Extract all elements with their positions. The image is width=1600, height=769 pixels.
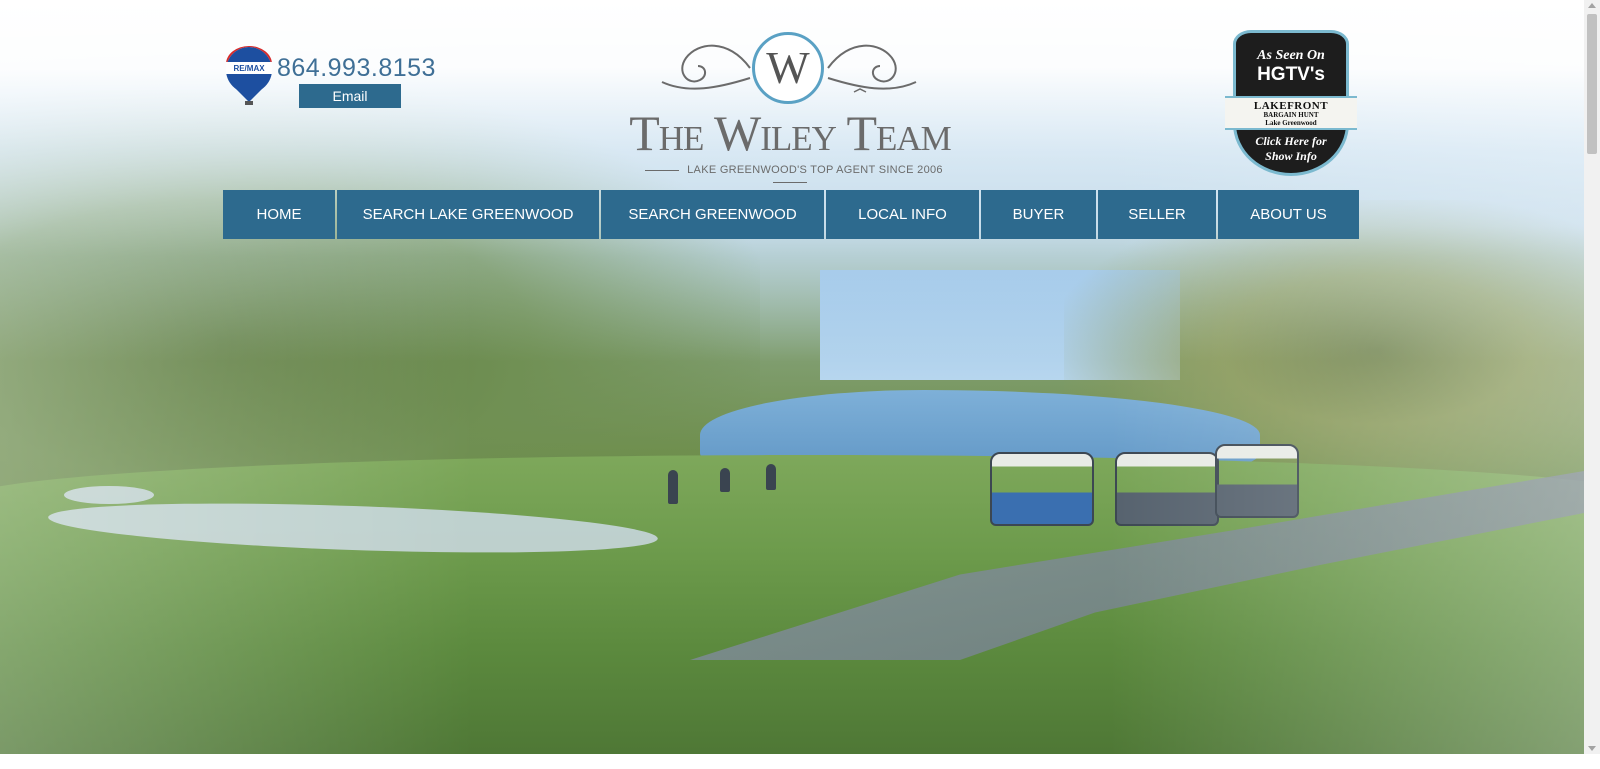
logo-monogram: W xyxy=(752,32,824,104)
scroll-up-arrow-icon[interactable] xyxy=(1588,3,1596,8)
nav-item-about-us[interactable]: ABOUT US xyxy=(1218,190,1359,239)
nav-item-search-lake-greenwood[interactable]: SEARCH LAKE GREENWOOD xyxy=(337,190,599,239)
phone-number[interactable]: 864.993.8153 xyxy=(277,54,436,83)
logo-tagline: LAKE GREENWOOD'S TOP AGENT SINCE 2006 xyxy=(620,164,960,188)
nav-item-home[interactable]: HOME xyxy=(223,190,335,239)
remax-balloon-icon[interactable]: RE/MAX xyxy=(224,46,274,106)
hgtv-line4: Show Info xyxy=(1265,149,1317,163)
hgtv-ribbon-line3: Lake Greenwood xyxy=(1265,119,1317,127)
scroll-thumb[interactable] xyxy=(1587,14,1597,154)
site-logo[interactable]: W The Wiley Team LAKE GREENWOOD'S TOP AG… xyxy=(600,28,980,183)
hgtv-ribbon-line2: BARGAIN HUNT xyxy=(1263,111,1319,119)
main-nav: HOME SEARCH LAKE GREENWOOD SEARCH GREENW… xyxy=(223,190,1359,239)
email-button[interactable]: Email xyxy=(299,84,401,108)
svg-text:RE/MAX: RE/MAX xyxy=(233,64,265,73)
tagline-text: LAKE GREENWOOD'S TOP AGENT SINCE 2006 xyxy=(687,164,943,176)
page-bottom-edge xyxy=(0,754,1600,769)
nav-item-buyer[interactable]: BUYER xyxy=(981,190,1096,239)
logo-title: The Wiley Team xyxy=(629,105,952,161)
hgtv-line2: HGTV's xyxy=(1257,64,1325,85)
nav-item-search-greenwood[interactable]: SEARCH GREENWOOD xyxy=(601,190,824,239)
hgtv-badge[interactable]: As Seen On HGTV's LAKEFRONT BARGAIN HUNT… xyxy=(1225,30,1357,178)
page-scrollbar[interactable] xyxy=(1584,0,1600,754)
nav-item-local-info[interactable]: LOCAL INFO xyxy=(826,190,979,239)
hgtv-line1: As Seen On xyxy=(1257,48,1325,63)
scroll-down-arrow-icon[interactable] xyxy=(1588,746,1596,751)
nav-item-seller[interactable]: SELLER xyxy=(1098,190,1216,239)
hgtv-line3: Click Here for xyxy=(1255,134,1327,148)
